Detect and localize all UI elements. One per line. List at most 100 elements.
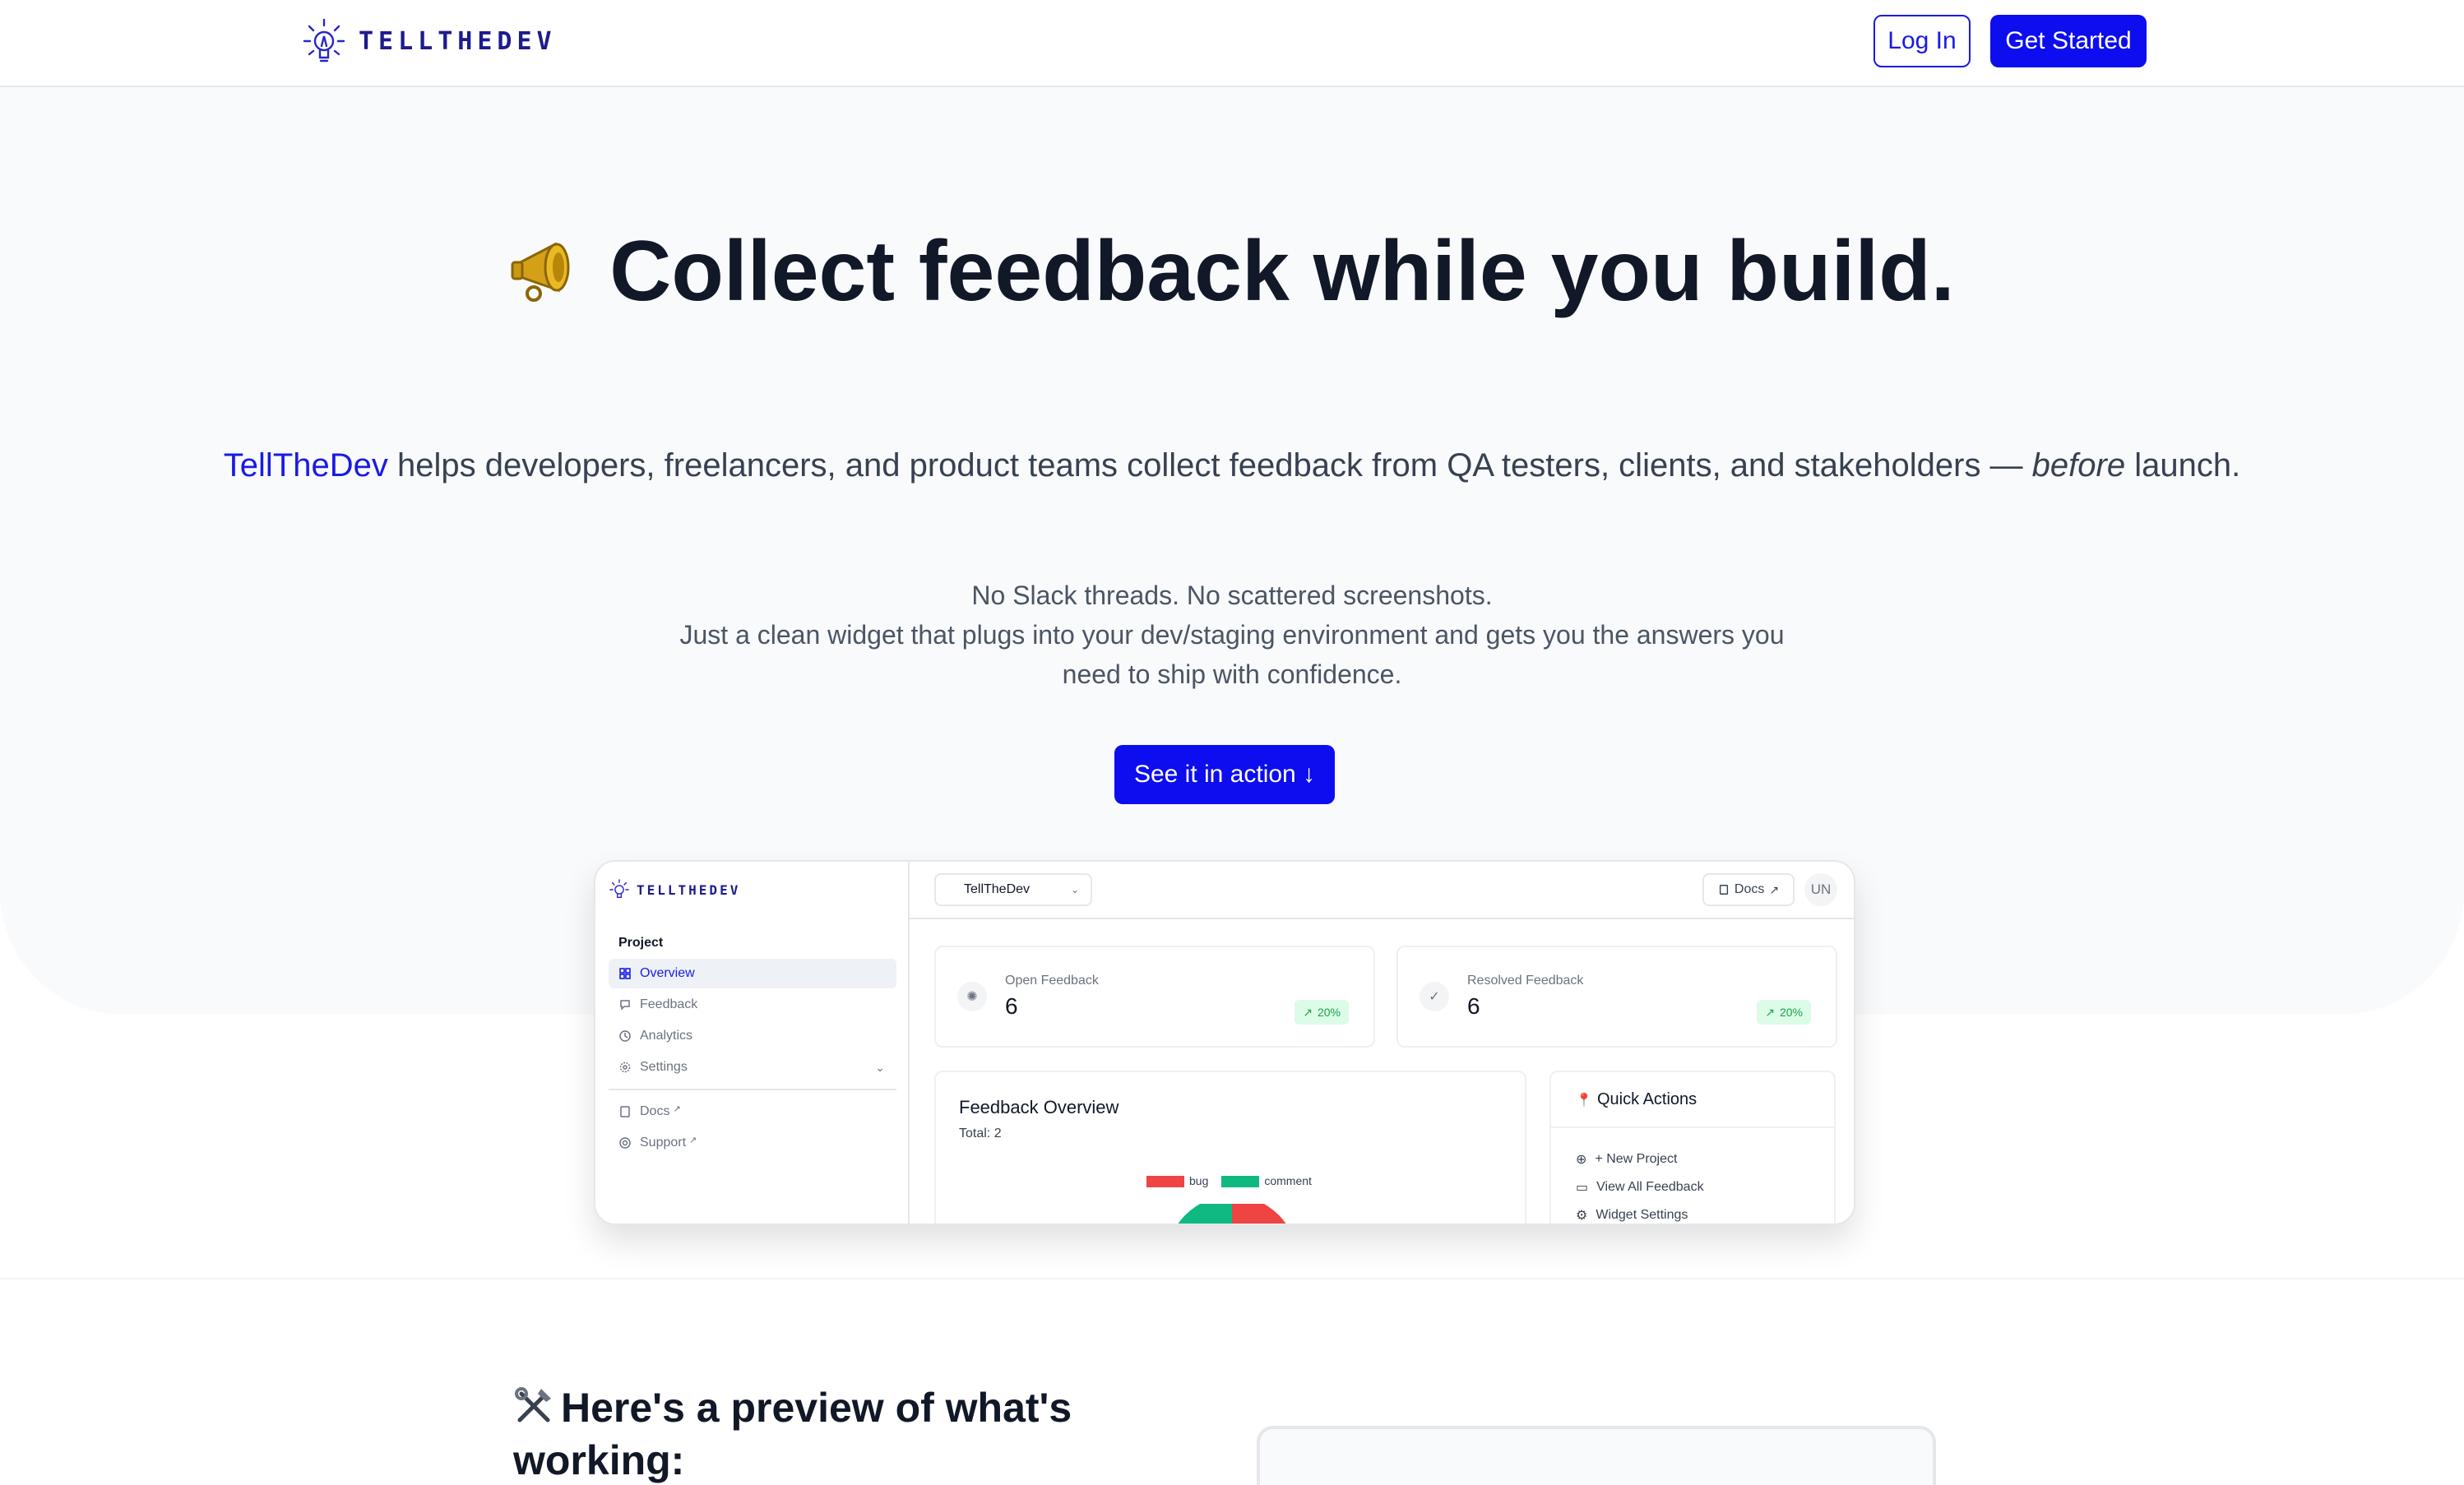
chart-legend: bug comment — [1146, 1174, 1312, 1188]
brand-name: TellTheDev — [223, 447, 388, 483]
pin-icon: 📍 — [1576, 1094, 1592, 1108]
plus-circle-icon: ⊕ — [1576, 1153, 1587, 1167]
legend-item-comment[interactable]: comment — [1221, 1174, 1312, 1188]
check-circle-icon: ✓ — [1420, 982, 1449, 1011]
dashboard-preview: TELLTHEDEV Project Overview Feedback Ana… — [594, 860, 1855, 1225]
chevron-down-icon[interactable]: ⌄ — [875, 1061, 885, 1075]
get-started-button[interactable]: Get Started — [1990, 15, 2147, 67]
hero-title: Collect feedback while you build. — [0, 220, 2464, 322]
book-icon — [1719, 885, 1728, 895]
brand-wordmark: TELLTHEDEV — [359, 26, 557, 56]
sidebar-divider — [609, 1089, 896, 1090]
sidebar-item-label: Support — [640, 1136, 687, 1150]
lightbulb-logo-icon — [609, 879, 629, 898]
hero-description: No Slack threads. No scattered screensho… — [0, 576, 2464, 694]
feedback-overview-card: Feedback Overview Total: 2 bug comment — [934, 1071, 1526, 1225]
quick-action-new-project[interactable]: ⊕ + New Project — [1576, 1151, 1677, 1168]
quick-action-view-feedback[interactable]: ▭ View All Feedback — [1576, 1179, 1704, 1196]
logo[interactable]: TELLTHEDEV — [301, 16, 557, 66]
stat-label: Resolved Feedback — [1467, 974, 1584, 988]
trend-up-icon: ↗ — [1303, 1005, 1313, 1019]
external-link-icon: ↗ — [673, 1103, 681, 1114]
desc-line-1: No Slack threads. No scattered screensho… — [971, 581, 1493, 610]
bug-icon: ✺ — [957, 982, 987, 1011]
dashboard-wordmark: TELLTHEDEV — [637, 881, 741, 898]
subtitle-part2: launch. — [2125, 447, 2241, 483]
sidebar-item-settings[interactable]: Settings ⌄ — [609, 1052, 896, 1082]
sidebar-item-label: Settings — [640, 1060, 688, 1074]
stat-label: Open Feedback — [1005, 974, 1099, 988]
desc-line-2: Just a clean widget that plugs into your… — [679, 620, 1785, 689]
sidebar-item-feedback[interactable]: Feedback — [609, 990, 896, 1020]
quick-action-label: Widget Settings — [1596, 1208, 1688, 1222]
stat-value: 6 — [1005, 993, 1018, 1019]
sidebar-section-label: Project — [618, 936, 664, 950]
preview-heading-text: Here's a preview of what's working: — [513, 1385, 1072, 1483]
sidebar-item-label: Feedback — [640, 997, 698, 1011]
external-link-icon: ↗ — [1769, 882, 1780, 896]
dashboard-topbar: TellTheDev ⌄ Docs ↗ UN — [910, 862, 1854, 919]
legend-item-bug[interactable]: bug — [1146, 1174, 1209, 1188]
sidebar-item-overview[interactable]: Overview — [609, 959, 896, 988]
preview-panel — [1257, 1426, 1936, 1485]
external-link-icon: ↗ — [689, 1135, 697, 1145]
quick-action-label: View All Feedback — [1596, 1180, 1704, 1194]
card-title: Feedback Overview — [959, 1097, 1119, 1117]
hero-title-text: Collect feedback while you build. — [609, 224, 1955, 319]
trend-value: 20% — [1779, 1006, 1803, 1019]
preview-heading: Here's a preview of what's working: — [513, 1381, 1138, 1485]
book-icon — [620, 1106, 630, 1117]
overview-total: Total: 2 — [959, 1126, 1002, 1140]
trend-badge: ↗ 20% — [1295, 1000, 1349, 1025]
sidebar-item-analytics[interactable]: Analytics — [609, 1021, 896, 1051]
docs-button-label: Docs — [1734, 882, 1765, 896]
legend-swatch — [1146, 1176, 1184, 1188]
donut-slice-comment[interactable] — [1166, 1204, 1232, 1225]
dashboard-logo[interactable]: TELLTHEDEV — [609, 878, 740, 901]
sidebar-item-label: Analytics — [640, 1029, 693, 1043]
section-divider — [0, 1278, 2464, 1279]
donut-chart — [1166, 1204, 1298, 1225]
login-button[interactable]: Log In — [1873, 15, 1971, 67]
quick-action-label: + New Project — [1595, 1152, 1678, 1166]
tools-icon — [515, 1387, 551, 1423]
quick-actions-card: 📍 Quick Actions ⊕ + New Project ▭ View All… — [1549, 1071, 1836, 1224]
avatar[interactable]: UN — [1804, 873, 1837, 906]
see-it-in-action-button[interactable]: See it in action ↓ — [1114, 745, 1335, 804]
dashboard-sidebar: TELLTHEDEV Project Overview Feedback Ana… — [595, 862, 910, 1224]
sidebar-item-docs[interactable]: Docs ↗ — [609, 1097, 896, 1126]
message-icon — [620, 1000, 630, 1011]
trend-value: 20% — [1317, 1006, 1341, 1019]
message-icon: ▭ — [1576, 1181, 1589, 1195]
trend-up-icon: ↗ — [1765, 1005, 1775, 1019]
sidebar-item-label: Docs — [640, 1104, 670, 1118]
project-select[interactable]: TellTheDev ⌄ — [934, 873, 1092, 906]
trend-badge: ↗ 20% — [1757, 1000, 1811, 1025]
gear-icon — [619, 1062, 631, 1073]
grid-icon — [619, 968, 631, 979]
gear-icon: ⚙ — [1576, 1209, 1588, 1223]
quick-actions-header: 📍 Quick Actions — [1551, 1072, 1834, 1128]
stat-value: 6 — [1467, 993, 1480, 1019]
lifebuoy-icon — [619, 1137, 631, 1149]
sidebar-item-support[interactable]: Support ↗ — [609, 1128, 896, 1158]
legend-swatch — [1221, 1176, 1260, 1188]
card-title: Quick Actions — [1597, 1090, 1697, 1108]
docs-button[interactable]: Docs ↗ — [1702, 873, 1795, 906]
subtitle-part1: helps developers, freelancers, and produ… — [387, 447, 2032, 483]
megaphone-icon — [511, 242, 570, 302]
project-select-value: TellTheDev — [964, 882, 1031, 896]
subtitle-emphasis: before — [2031, 447, 2126, 483]
stat-card-open-feedback: ✺ Open Feedback 6 ↗ 20% — [934, 946, 1375, 1048]
chevron-down-icon: ⌄ — [1070, 884, 1079, 895]
top-navbar: TELLTHEDEV Log In Get Started — [0, 0, 2464, 87]
hero-subtitle: TellTheDev helps developers, freelancers… — [0, 442, 2464, 488]
stat-card-resolved-feedback: ✓ Resolved Feedback 6 ↗ 20% — [1396, 946, 1837, 1048]
legend-label: comment — [1264, 1174, 1312, 1187]
sidebar-item-label: Overview — [640, 966, 695, 980]
lightbulb-logo-icon — [303, 18, 345, 62]
donut-slice-bug[interactable] — [1232, 1204, 1298, 1225]
legend-label: bug — [1189, 1174, 1209, 1187]
quick-action-widget-settings[interactable]: ⚙ Widget Settings — [1576, 1207, 1688, 1224]
clock-icon — [619, 1030, 631, 1042]
